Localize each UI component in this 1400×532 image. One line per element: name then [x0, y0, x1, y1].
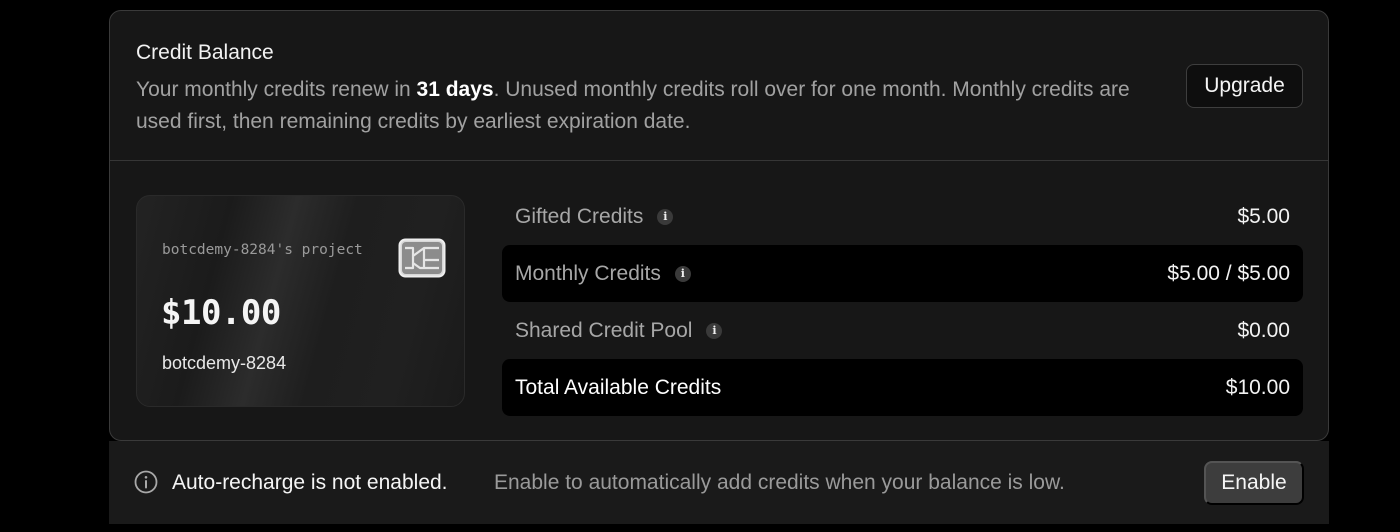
- shared-credit-pool-label: Shared Credit Pool: [515, 318, 693, 342]
- row-label: Gifted Credits i: [515, 204, 674, 229]
- info-icon[interactable]: i: [657, 208, 674, 225]
- info-icon[interactable]: i: [674, 265, 691, 282]
- chip-icon: [398, 238, 446, 278]
- monthly-credits-value: $5.00 / $5.00: [1167, 261, 1290, 285]
- auto-recharge-banner: Auto-recharge is not enabled. Enable to …: [109, 441, 1329, 524]
- card-amount: $10.00: [161, 293, 281, 333]
- renew-text-prefix: Your monthly credits renew in: [136, 78, 417, 101]
- gifted-credits-value: $5.00: [1237, 204, 1290, 228]
- auto-recharge-status: Auto-recharge is not enabled.: [172, 471, 448, 494]
- monthly-credits-label: Monthly Credits: [515, 261, 661, 285]
- credit-balance-title: Credit Balance: [136, 41, 274, 64]
- shared-credit-pool-value: $0.00: [1237, 318, 1290, 342]
- upgrade-button[interactable]: Upgrade: [1186, 64, 1303, 108]
- renew-days: 31 days: [416, 78, 494, 101]
- row-label: Shared Credit Pool i: [515, 318, 723, 343]
- credits-row-total: Total Available Credits $10.00: [502, 359, 1303, 416]
- total-available-credits-value: $10.00: [1225, 375, 1290, 399]
- enable-auto-recharge-button[interactable]: Enable: [1204, 461, 1304, 505]
- credits-row-shared-pool: Shared Credit Pool i $0.00: [502, 302, 1303, 359]
- gifted-credits-label: Gifted Credits: [515, 204, 644, 228]
- credits-breakdown: Gifted Credits i $5.00 Monthly Credits i…: [502, 188, 1303, 416]
- credit-balance-panel: Credit Balance Your monthly credits rene…: [109, 10, 1329, 441]
- card-project-name: botcdemy-8284's project: [162, 242, 363, 258]
- total-available-credits-label: Total Available Credits: [515, 375, 722, 399]
- credits-row-gifted: Gifted Credits i $5.00: [502, 188, 1303, 245]
- credits-row-monthly: Monthly Credits i $5.00 / $5.00: [502, 245, 1303, 302]
- credit-balance-description: Your monthly credits renew in 31 days. U…: [136, 74, 1136, 138]
- row-label: Monthly Credits i: [515, 262, 691, 286]
- info-circle-icon: [134, 470, 158, 494]
- card-holder-name: botcdemy-8284: [162, 353, 287, 373]
- info-icon[interactable]: i: [706, 322, 723, 339]
- credit-balance-header: Credit Balance Your monthly credits rene…: [110, 11, 1328, 161]
- credit-card-visual: botcdemy-8284's project $10.00 botcdemy-…: [136, 195, 465, 407]
- auto-recharge-message: Enable to automatically add credits when…: [494, 471, 1065, 494]
